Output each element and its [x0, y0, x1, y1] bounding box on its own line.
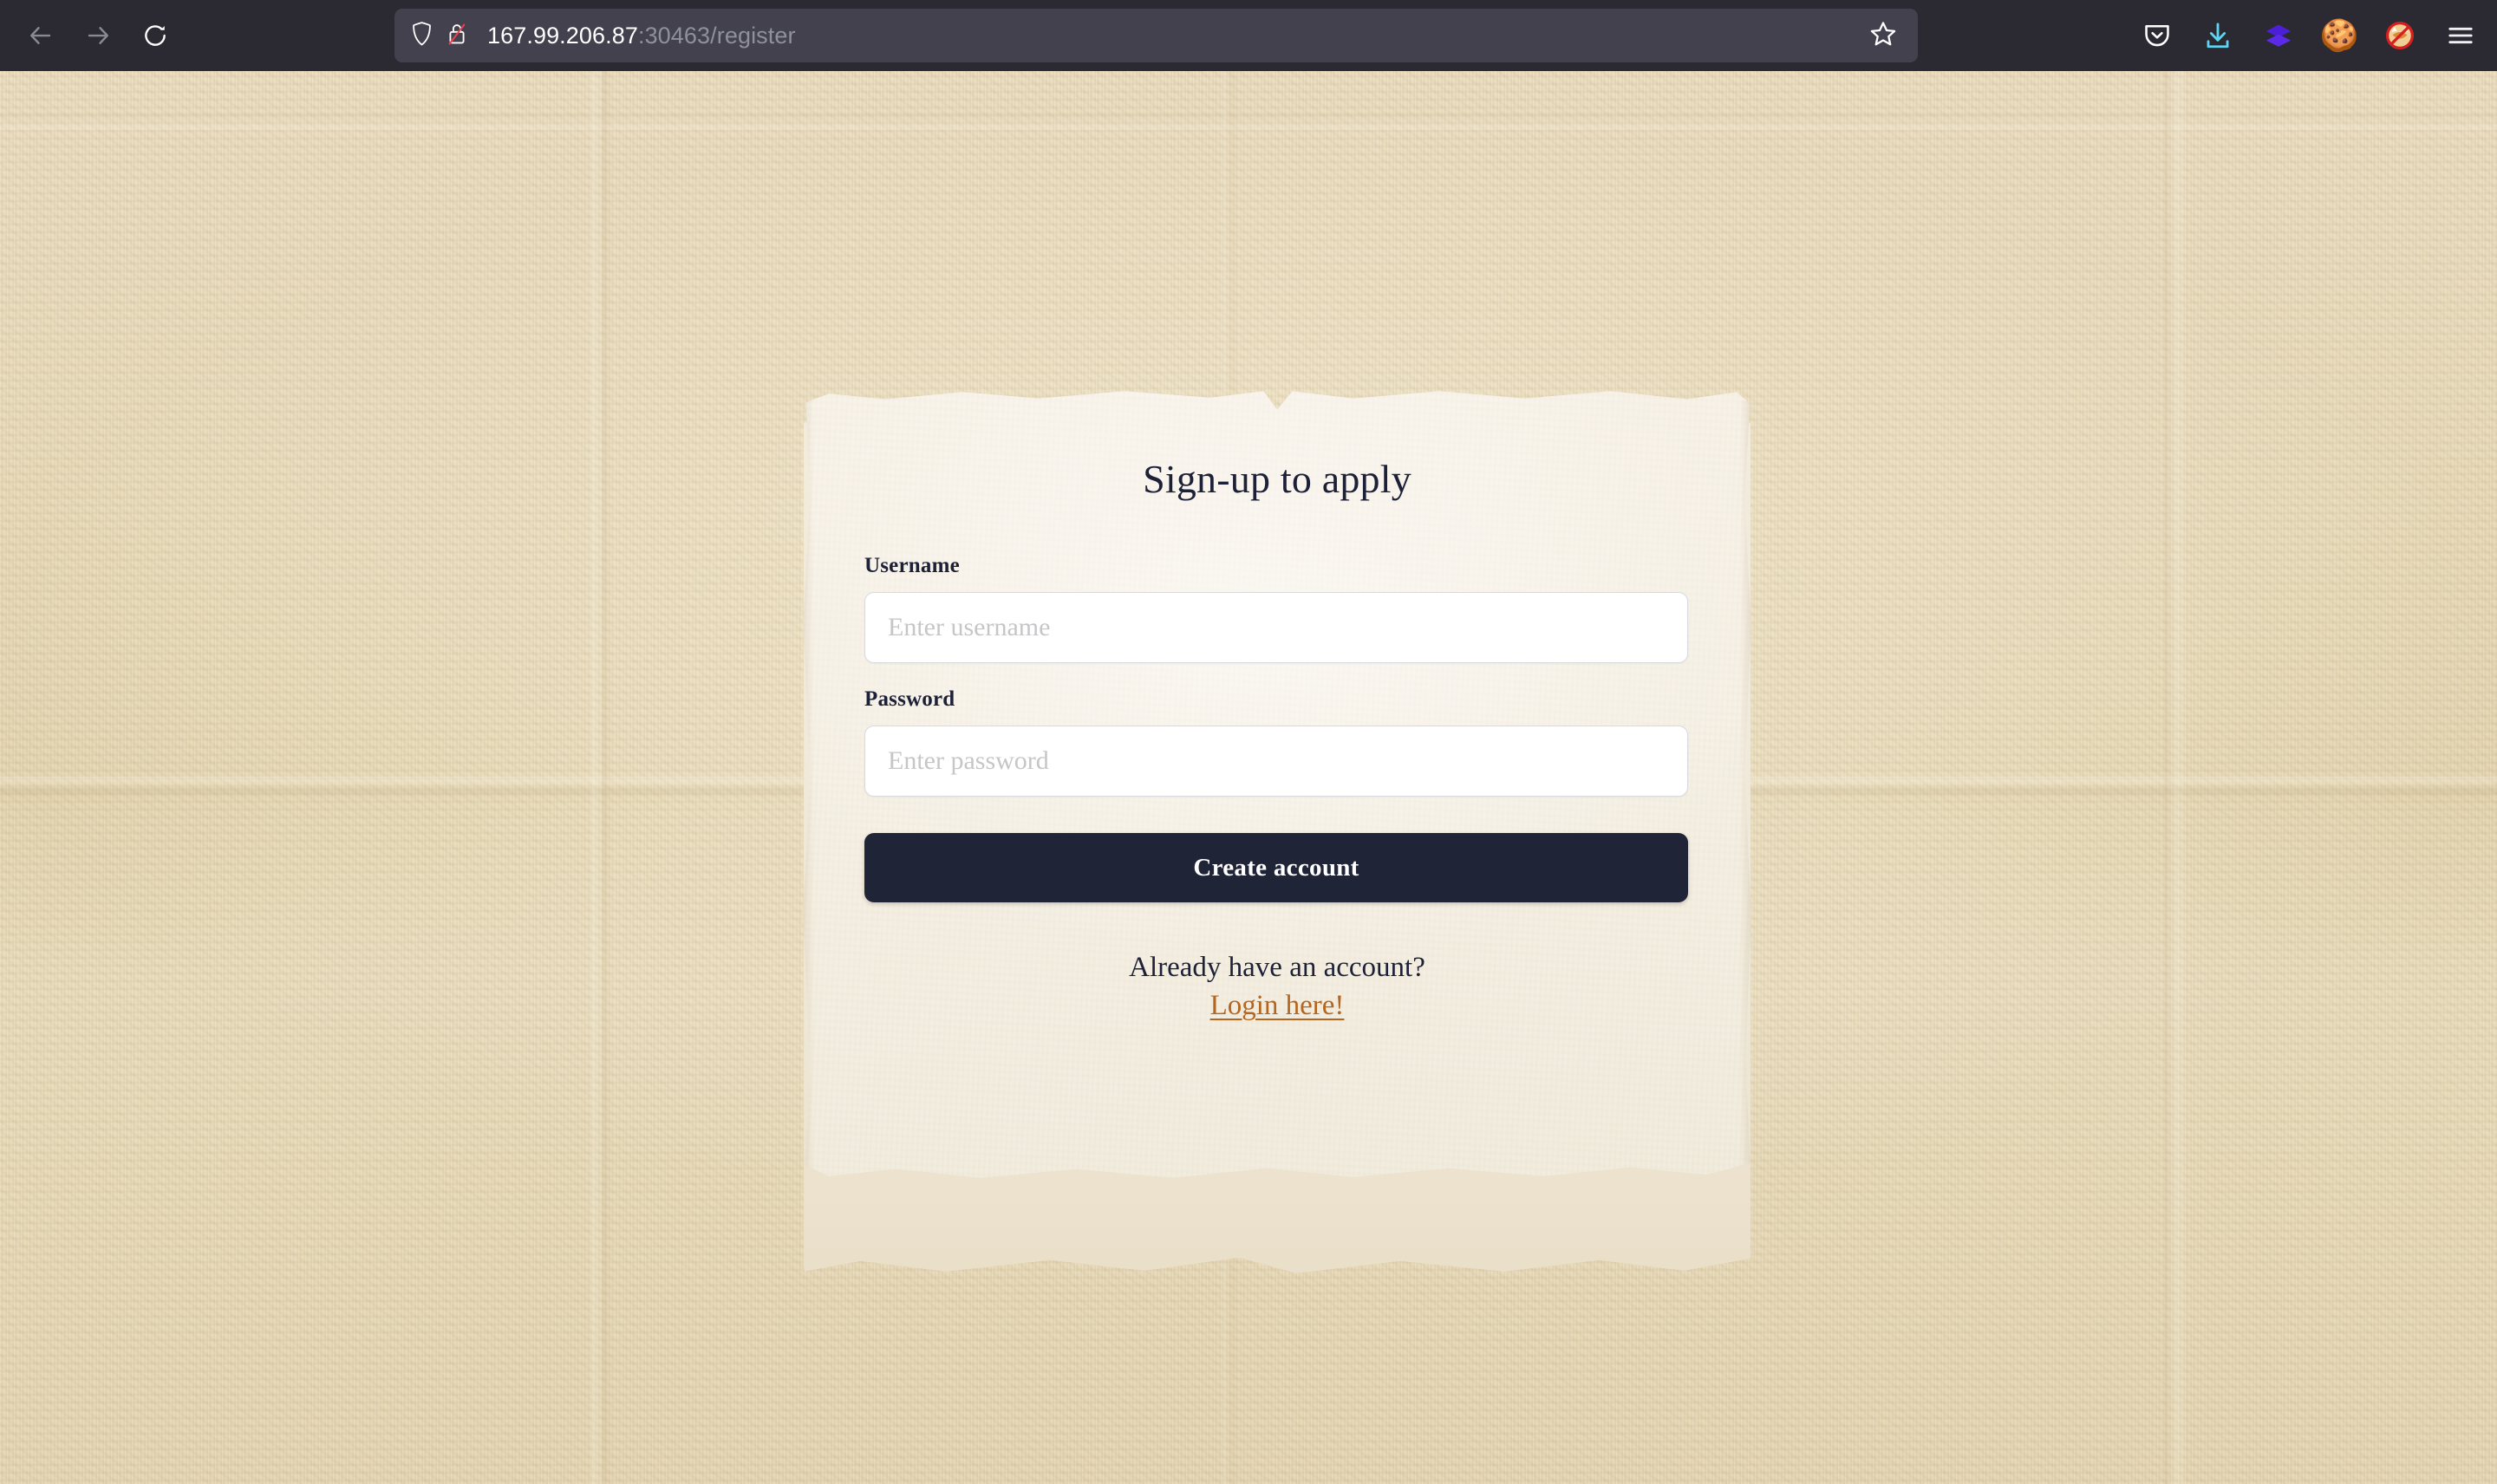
hamburger-menu-icon[interactable] — [2433, 9, 2488, 62]
username-field-group: Username — [864, 554, 1690, 663]
no-fox-extension-icon[interactable] — [2372, 9, 2428, 62]
create-account-button[interactable]: Create account — [864, 833, 1688, 902]
browser-toolbar: 🍪 — [2129, 9, 2488, 62]
download-icon[interactable] — [2190, 9, 2246, 62]
password-input[interactable] — [864, 726, 1688, 797]
lock-slash-icon[interactable] — [446, 21, 468, 51]
cookie-extension-icon[interactable]: 🍪 — [2311, 9, 2367, 62]
already-have-account-text: Already have an account? — [1129, 952, 1425, 983]
signup-card: Sign-up to apply Username Password Creat… — [803, 391, 1751, 1178]
signup-card-wrapper: Sign-up to apply Username Password Creat… — [800, 383, 1754, 1273]
url-text[interactable]: 167.99.206.87:30463/register — [487, 23, 1857, 49]
navigation-buttons — [0, 9, 182, 62]
cookie-glyph: 🍪 — [2319, 17, 2359, 53]
pocket-icon[interactable] — [2129, 9, 2185, 62]
username-label: Username — [864, 554, 960, 577]
forward-arrow-icon — [85, 23, 111, 49]
page-title: Sign-up to apply — [1143, 457, 1411, 501]
password-label: Password — [864, 687, 955, 711]
star-outline-icon — [1869, 20, 1897, 52]
reload-icon — [142, 23, 168, 49]
back-arrow-icon — [28, 23, 54, 49]
address-bar-icons — [410, 21, 468, 51]
bookmark-button[interactable] — [1857, 12, 1909, 59]
password-field-group: Password — [864, 687, 1690, 797]
signup-card-content: Sign-up to apply Username Password Creat… — [803, 391, 1751, 1178]
page-body: Sign-up to apply Username Password Creat… — [0, 71, 2497, 1484]
login-here-link[interactable]: Login here! — [1210, 990, 1345, 1022]
browser-chrome: 167.99.206.87:30463/register 🍪 — [0, 0, 2497, 71]
reload-button[interactable] — [128, 9, 182, 62]
layers-extension-icon[interactable] — [2251, 9, 2306, 62]
shield-icon[interactable] — [410, 21, 434, 51]
back-button[interactable] — [14, 9, 68, 62]
username-input[interactable] — [864, 592, 1688, 663]
address-bar[interactable]: 167.99.206.87:30463/register — [394, 9, 1918, 62]
forward-button[interactable] — [71, 9, 125, 62]
url-path: :30463/register — [637, 22, 796, 49]
url-host: 167.99.206.87 — [487, 22, 638, 49]
card-footer: Already have an account? Login here! — [864, 951, 1690, 1022]
